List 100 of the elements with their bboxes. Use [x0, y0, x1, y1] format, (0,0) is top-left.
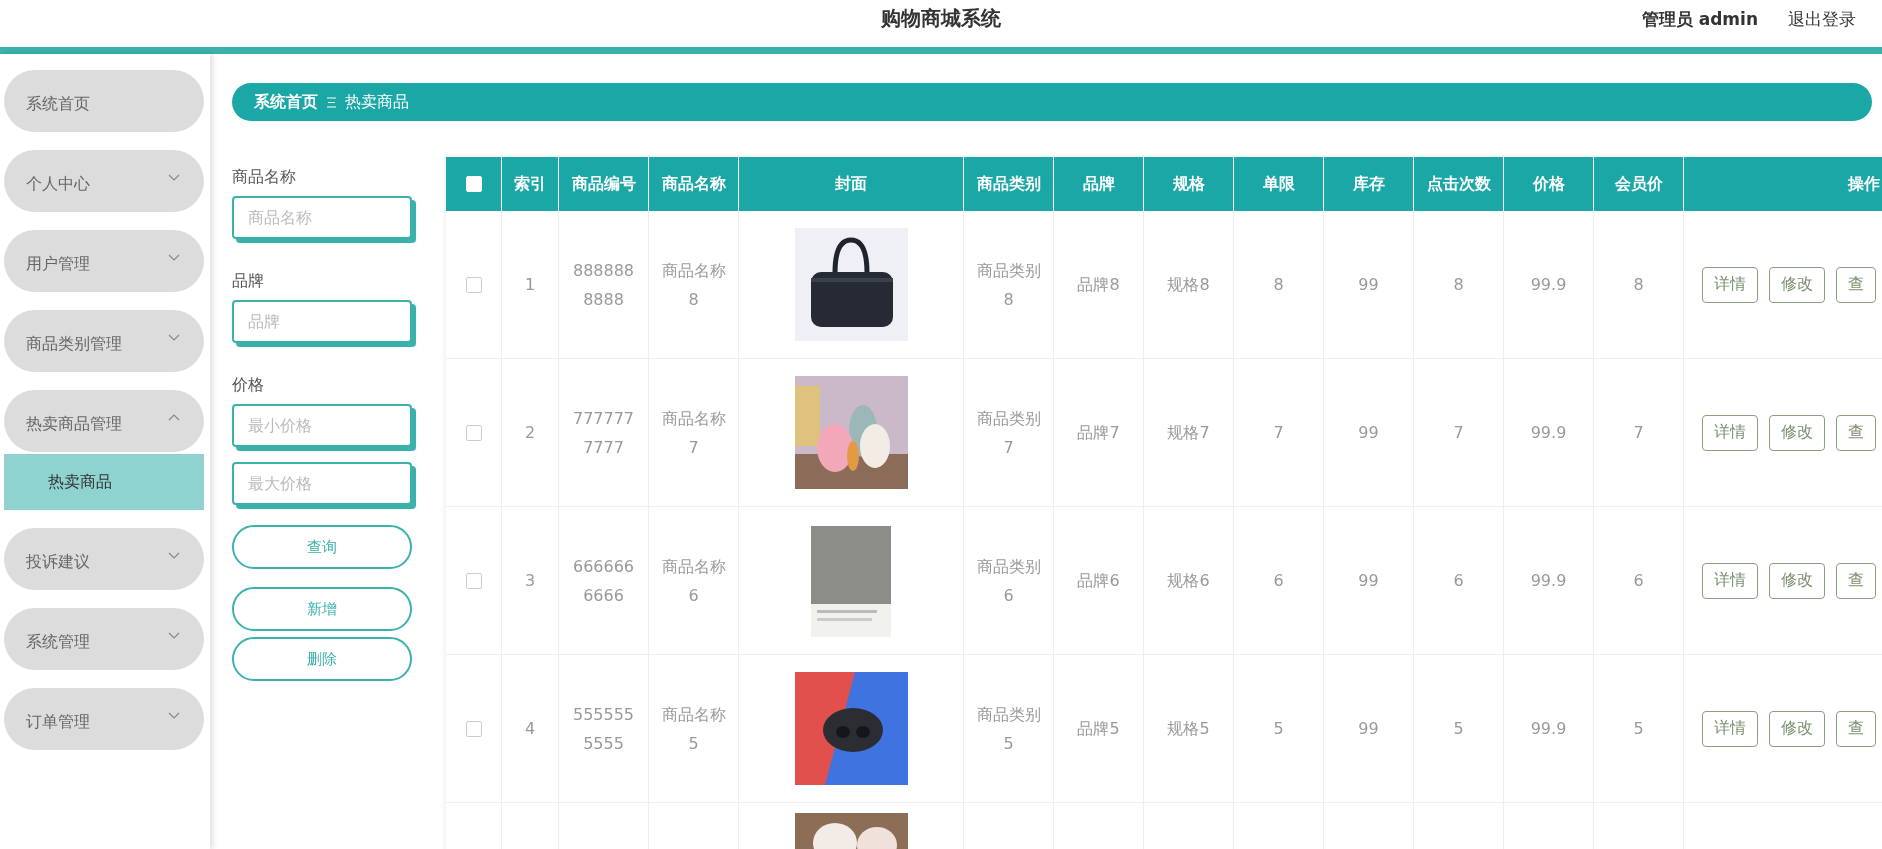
row-action-button[interactable]: 详情 — [1702, 562, 1758, 599]
table-cell-text: 商品名称5 — [661, 703, 726, 755]
field-label: 价格 — [232, 375, 265, 396]
chevron-up-icon — [168, 413, 180, 421]
row-action-button[interactable]: 修改 — [1769, 266, 1825, 303]
table-cell-text: 99 — [1358, 718, 1379, 740]
chevron-down-icon — [168, 631, 180, 639]
row-checkbox[interactable] — [465, 276, 482, 293]
sidebar-item[interactable]: 热卖商品管理 — [4, 390, 204, 452]
table-cell-text: 99.9 — [1530, 570, 1567, 592]
row-checkbox[interactable] — [465, 424, 482, 441]
table-cell-text: 5 — [1633, 718, 1644, 740]
column-header: 操作 — [1684, 157, 1882, 211]
table-cell-text: 规格7 — [1167, 422, 1210, 444]
sidebar-subitem[interactable]: 热卖商品 — [4, 454, 204, 510]
row-action-button[interactable]: 查 — [1836, 266, 1876, 303]
table-cell-text: 4 — [524, 718, 536, 740]
table-cell-text: 7 — [1633, 422, 1644, 444]
search-field[interactable]: 最小价格 — [232, 404, 412, 447]
row-action-button[interactable]: 查 — [1836, 710, 1876, 747]
column-header: 库存 — [1324, 157, 1414, 211]
table-cell-text: 品牌5 — [1077, 718, 1120, 740]
row-checkbox[interactable] — [465, 572, 482, 589]
table-cell-text: 商品类别6 — [976, 555, 1041, 607]
row-action-button[interactable]: 修改 — [1769, 562, 1825, 599]
table-cell-text: 规格6 — [1167, 570, 1210, 592]
chevron-down-icon — [168, 711, 180, 719]
row-checkbox[interactable] — [465, 720, 482, 737]
column-header: 会员价 — [1594, 157, 1684, 211]
table-cell-text: 8 — [1273, 274, 1284, 296]
column-header: 点击次数 — [1414, 157, 1504, 211]
table-cell-text: 99.9 — [1530, 274, 1567, 296]
app-title: 购物商城系统 — [881, 5, 1001, 32]
search-field[interactable]: 最大价格 — [232, 462, 412, 505]
table-cell-text: 8 — [1453, 274, 1464, 296]
table-cell-text: 品牌6 — [1077, 570, 1120, 592]
table-cell-text: 商品类别5 — [976, 703, 1041, 755]
user-name: 管理员 admin — [1641, 8, 1758, 31]
table-cell-text: 商品类别8 — [976, 259, 1041, 311]
sidebar-item[interactable]: 订单管理 — [4, 688, 204, 750]
logout-link[interactable]: 退出登录 — [1788, 8, 1856, 31]
table-cell-text: 商品名称6 — [661, 555, 726, 607]
field-label: 商品名称 — [232, 167, 297, 188]
column-header: 封面 — [739, 157, 964, 211]
sidebar-item[interactable]: 投诉建议 — [4, 528, 204, 590]
chevron-down-icon — [168, 333, 180, 341]
table-cell-text: 2 — [524, 422, 536, 444]
table-cell-text: 7777777777 — [571, 407, 636, 459]
search-field[interactable]: 商品名称 — [232, 196, 412, 239]
table-cell-text: 商品名称7 — [661, 407, 726, 459]
table-cell-text: 6 — [1273, 570, 1284, 592]
action-button[interactable]: 查询 — [232, 525, 412, 569]
table-cell-text: 99 — [1358, 422, 1379, 444]
column-header: 单限 — [1234, 157, 1324, 211]
sidebar-item[interactable]: 系统首页 — [4, 70, 204, 132]
row-action-button[interactable]: 详情 — [1702, 266, 1758, 303]
field-label: 品牌 — [232, 271, 265, 292]
row-action-button[interactable]: 查 — [1836, 414, 1876, 451]
table-cell-text: 99.9 — [1530, 718, 1567, 740]
column-header: 索引 — [502, 157, 559, 211]
table-cell-text: 品牌7 — [1077, 422, 1120, 444]
table-cell-text: 规格5 — [1167, 718, 1210, 740]
action-button[interactable]: 删除 — [232, 637, 412, 681]
breadcrumb-home[interactable]: 系统首页 — [254, 91, 318, 113]
row-action-button[interactable]: 查 — [1836, 562, 1876, 599]
table-cell-text: 99.9 — [1530, 422, 1567, 444]
separator-icon — [327, 96, 336, 108]
row-action-button[interactable]: 详情 — [1702, 710, 1758, 747]
search-field[interactable]: 品牌 — [232, 300, 412, 343]
table-cell-text: 99 — [1358, 570, 1379, 592]
table-cell-text: 7 — [1273, 422, 1284, 444]
table-cell-text: 5555555555 — [571, 703, 636, 755]
table-cell-text: 8888888888 — [571, 259, 636, 311]
select-all-checkbox[interactable] — [465, 176, 482, 192]
table-cell-text: 6 — [1633, 570, 1644, 592]
chevron-down-icon — [168, 173, 180, 181]
table-cell-text: 8 — [1633, 274, 1644, 296]
sidebar-item[interactable]: 用户管理 — [4, 230, 204, 292]
sidebar-item[interactable]: 商品类别管理 — [4, 310, 204, 372]
table-cell-text: 6 — [1453, 570, 1464, 592]
table-cell-text: 商品名称8 — [661, 259, 726, 311]
table-cell-text: 品牌8 — [1077, 274, 1120, 296]
column-header: 品牌 — [1054, 157, 1144, 211]
sidebar-item[interactable]: 个人中心 — [4, 150, 204, 212]
table-cell-text: 1 — [524, 274, 536, 296]
breadcrumb-current: 热卖商品 — [345, 91, 409, 113]
column-header: 规格 — [1144, 157, 1234, 211]
table-cell-text: 5 — [1273, 718, 1284, 740]
table-cell-text: 6666666666 — [571, 555, 636, 607]
table-cell-text: 规格8 — [1167, 274, 1210, 296]
sidebar-item[interactable]: 系统管理 — [4, 608, 204, 670]
action-button[interactable]: 新增 — [232, 587, 412, 631]
row-action-button[interactable]: 修改 — [1769, 710, 1825, 747]
table-cell-text: 3 — [524, 570, 536, 592]
column-header: 商品类别 — [964, 157, 1054, 211]
chevron-down-icon — [168, 551, 180, 559]
row-action-button[interactable]: 详情 — [1702, 414, 1758, 451]
row-action-button[interactable]: 修改 — [1769, 414, 1825, 451]
column-header: 商品编号 — [559, 157, 649, 211]
table-cell-text: 商品类别7 — [976, 407, 1041, 459]
